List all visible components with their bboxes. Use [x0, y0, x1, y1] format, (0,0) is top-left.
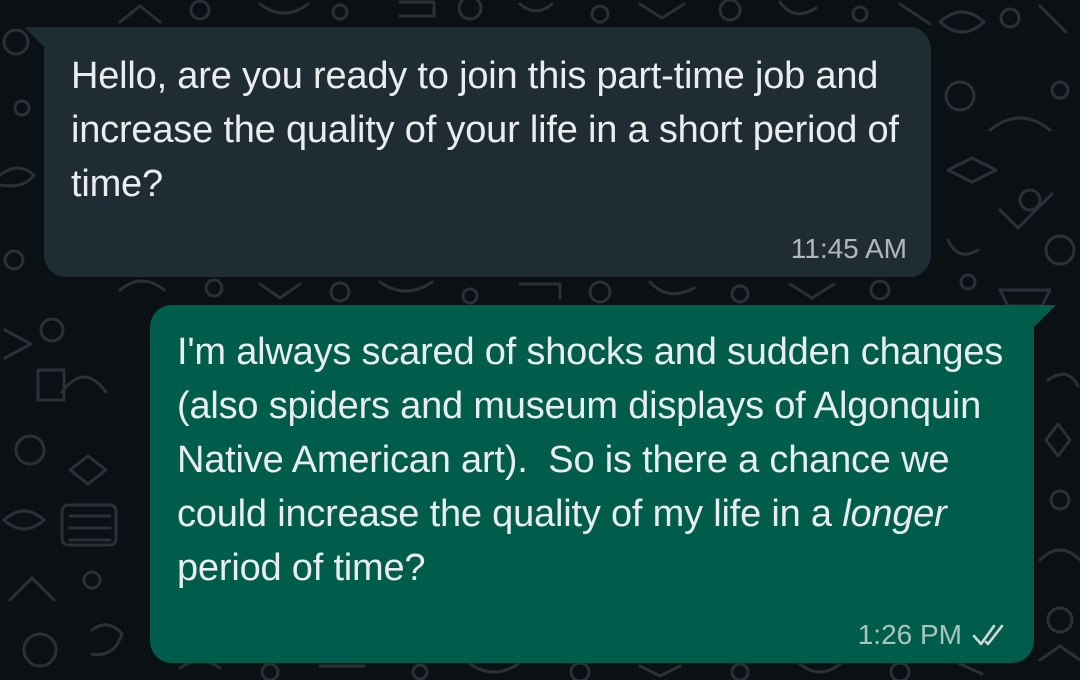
double-check-icon	[972, 624, 1004, 646]
message-list[interactable]: Hello, are you ready to join this part-t…	[0, 0, 1080, 680]
message-meta: 11:45 AM	[791, 233, 907, 265]
message-timestamp: 11:45 AM	[790, 233, 907, 264]
message-text: Hello, are you ready to join this part-t…	[71, 55, 910, 205]
message-text: I'm always scared of shocks and sudden c…	[177, 325, 1006, 595]
bubble-tail	[24, 27, 44, 47]
outgoing-message-bubble[interactable]: I'm always scared of shocks and sudden c…	[150, 305, 1056, 663]
message-meta: 1:26 PM	[858, 619, 1010, 651]
bubble-tail	[1034, 305, 1056, 327]
emphasized-word: longer	[842, 493, 947, 535]
incoming-message-bubble[interactable]: Hello, are you ready to join this part-t…	[24, 27, 931, 277]
message-timestamp: 1:26 PM	[857, 619, 962, 650]
